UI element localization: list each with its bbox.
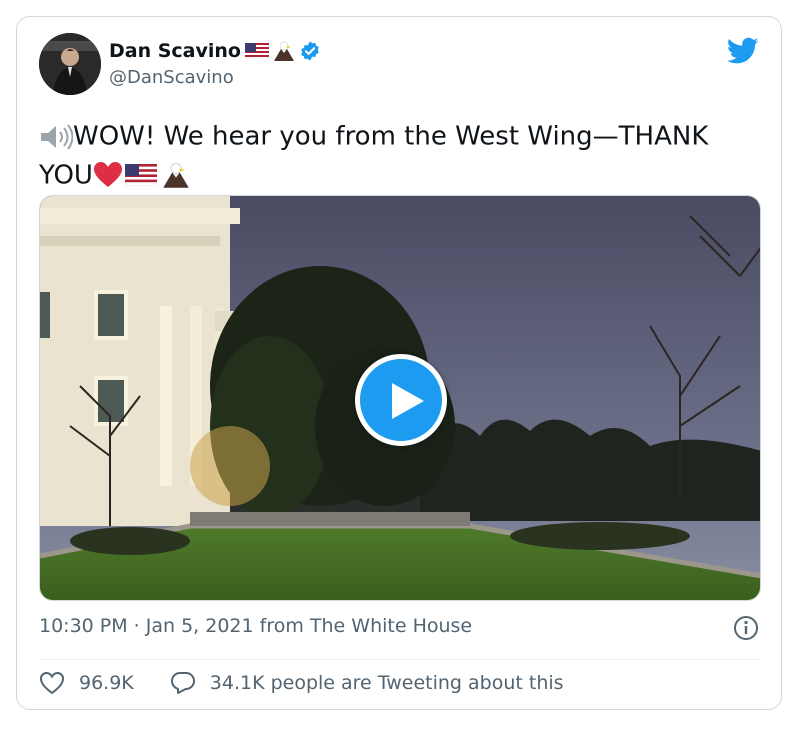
twitter-bird-icon[interactable] xyxy=(727,37,759,65)
reply-icon[interactable] xyxy=(170,671,196,695)
divider xyxy=(39,659,761,660)
eagle-icon xyxy=(273,41,294,61)
verified-icon xyxy=(301,41,319,61)
user-handle[interactable]: @DanScavino xyxy=(109,67,234,88)
tweet-text-line2: YOU xyxy=(39,160,93,190)
eagle-icon xyxy=(163,163,189,188)
like-action[interactable]: 96.9K xyxy=(39,671,134,695)
avatar[interactable] xyxy=(39,33,101,95)
tweet-timestamp[interactable]: 10:30 PM · Jan 5, 2021 from The White Ho… xyxy=(39,615,472,637)
speaker-icon xyxy=(41,123,74,150)
display-name[interactable]: Dan Scavino xyxy=(109,39,241,63)
tweet-text-line1: WOW! We hear you from the West Wing—THAN… xyxy=(73,121,709,152)
flag-icon xyxy=(124,163,158,187)
play-icon xyxy=(392,383,424,419)
tweet-text: WOW! We hear you from the West Wing—THAN… xyxy=(39,117,759,194)
like-icon[interactable] xyxy=(39,671,65,695)
tweeting-count[interactable]: 34.1K people are Tweeting about this xyxy=(210,672,564,694)
video-player[interactable] xyxy=(39,195,761,601)
flag-icon xyxy=(244,43,269,59)
info-icon[interactable] xyxy=(733,615,759,641)
display-name-row[interactable]: Dan Scavino xyxy=(109,39,321,63)
play-button[interactable] xyxy=(355,354,447,446)
reply-action[interactable]: 34.1K people are Tweeting about this xyxy=(170,671,564,695)
heart-icon xyxy=(93,162,122,187)
tweet-card: Dan Scavino @DanScavino WOW! We hear you… xyxy=(16,16,782,710)
tweet-actions: 96.9K 34.1K people are Tweeting about th… xyxy=(39,671,564,695)
like-count: 96.9K xyxy=(79,672,134,694)
